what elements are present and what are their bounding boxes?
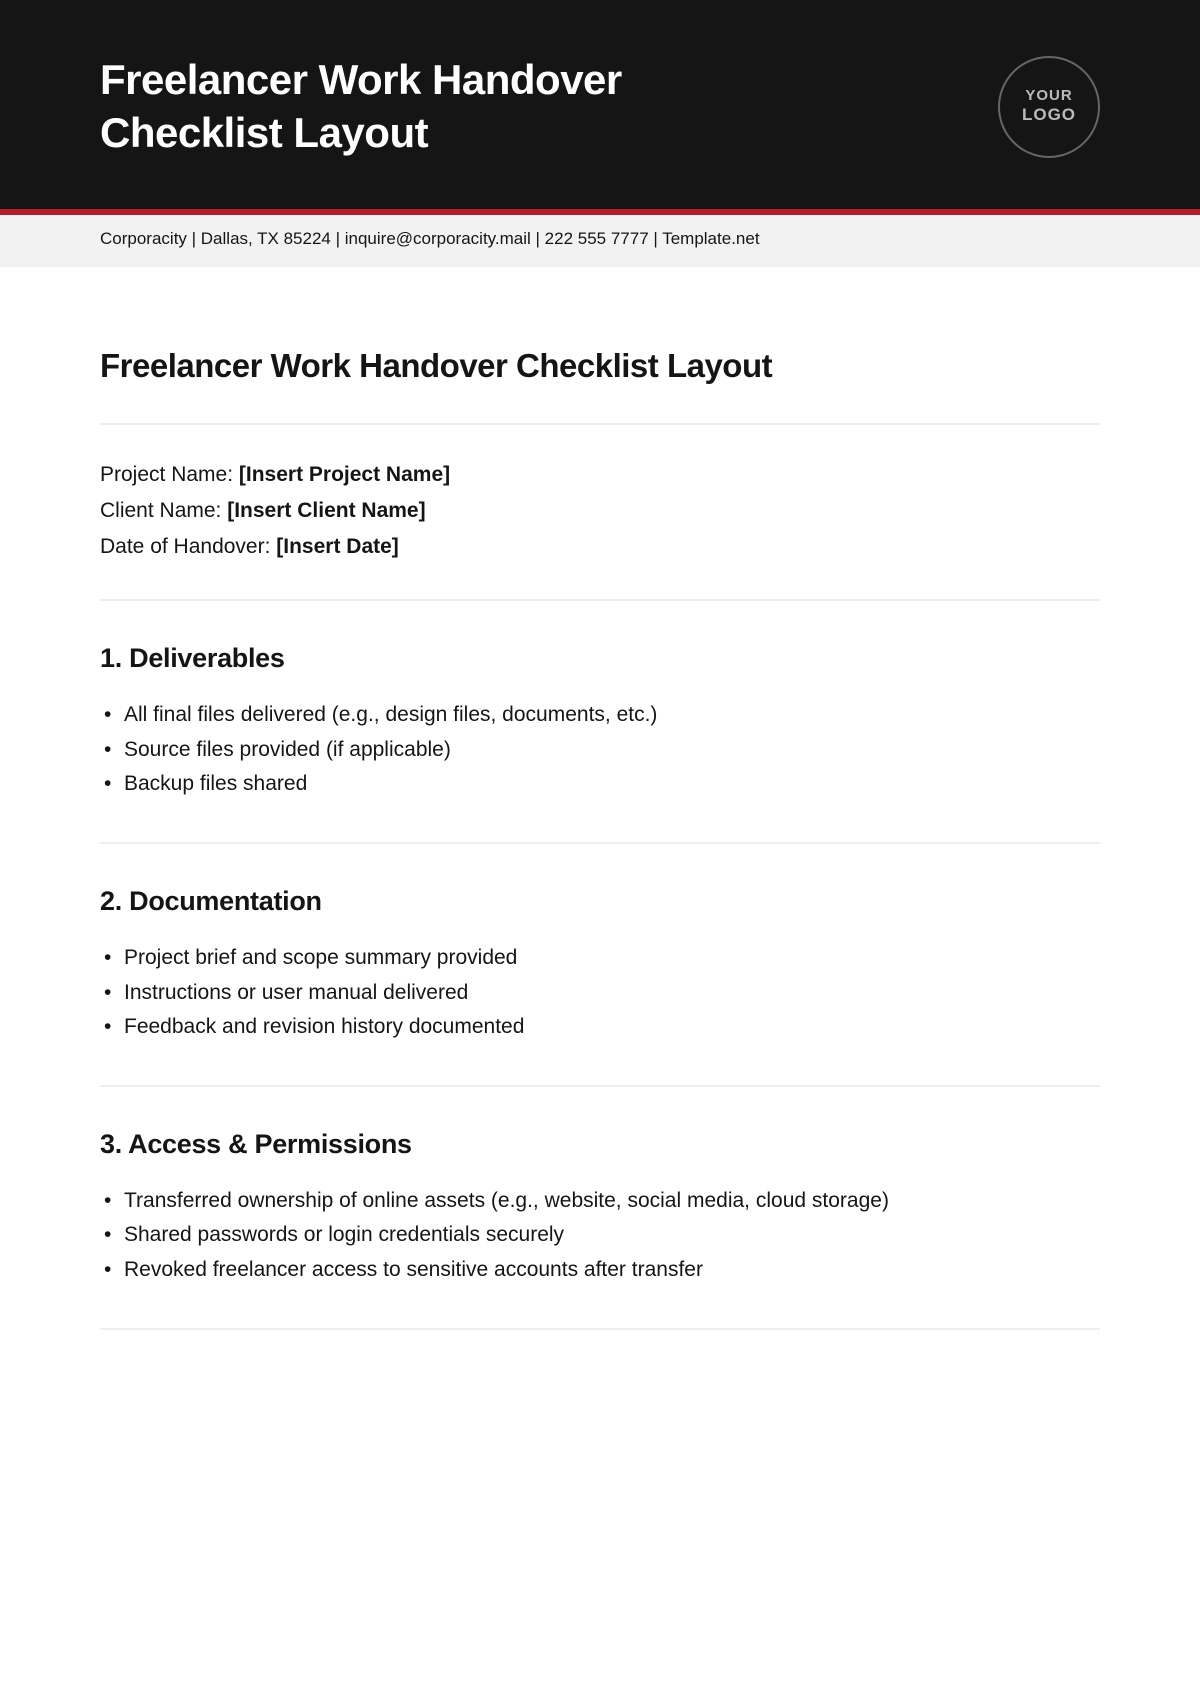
logo-line1: YOUR xyxy=(1025,87,1072,105)
divider xyxy=(100,599,1100,601)
section-documentation: 2. Documentation Project brief and scope… xyxy=(100,886,1100,1045)
meta-handover-date: Date of Handover: [Insert Date] xyxy=(100,535,1100,559)
logo-line2: LOGO xyxy=(1022,105,1076,125)
header: Freelancer Work Handover Checklist Layou… xyxy=(0,0,1200,209)
logo-placeholder: YOUR LOGO xyxy=(998,56,1100,158)
list-item: Feedback and revision history documented xyxy=(102,1010,1100,1045)
section-access-permissions: 3. Access & Permissions Transferred owne… xyxy=(100,1129,1100,1288)
list-item: Project brief and scope summary provided xyxy=(102,941,1100,976)
meta-client-name: Client Name: [Insert Client Name] xyxy=(100,499,1100,523)
divider xyxy=(100,1085,1100,1087)
divider xyxy=(100,1328,1100,1330)
info-bar: Corporacity | Dallas, TX 85224 | inquire… xyxy=(0,215,1200,267)
header-title: Freelancer Work Handover Checklist Layou… xyxy=(100,54,800,159)
checklist: All final files delivered (e.g., design … xyxy=(100,698,1100,802)
list-item: All final files delivered (e.g., design … xyxy=(102,698,1100,733)
meta-project-name: Project Name: [Insert Project Name] xyxy=(100,463,1100,487)
document-title: Freelancer Work Handover Checklist Layou… xyxy=(100,347,1100,385)
list-item: Source files provided (if applicable) xyxy=(102,733,1100,768)
divider xyxy=(100,842,1100,844)
document-body: Freelancer Work Handover Checklist Layou… xyxy=(0,267,1200,1412)
checklist: Project brief and scope summary provided… xyxy=(100,941,1100,1045)
section-heading: 2. Documentation xyxy=(100,886,1100,917)
section-deliverables: 1. Deliverables All final files delivere… xyxy=(100,643,1100,802)
meta-block: Project Name: [Insert Project Name] Clie… xyxy=(100,463,1100,559)
list-item: Shared passwords or login credentials se… xyxy=(102,1218,1100,1253)
list-item: Transferred ownership of online assets (… xyxy=(102,1184,1100,1219)
list-item: Revoked freelancer access to sensitive a… xyxy=(102,1253,1100,1288)
divider xyxy=(100,423,1100,425)
checklist: Transferred ownership of online assets (… xyxy=(100,1184,1100,1288)
list-item: Backup files shared xyxy=(102,767,1100,802)
list-item: Instructions or user manual delivered xyxy=(102,976,1100,1011)
section-heading: 3. Access & Permissions xyxy=(100,1129,1100,1160)
section-heading: 1. Deliverables xyxy=(100,643,1100,674)
